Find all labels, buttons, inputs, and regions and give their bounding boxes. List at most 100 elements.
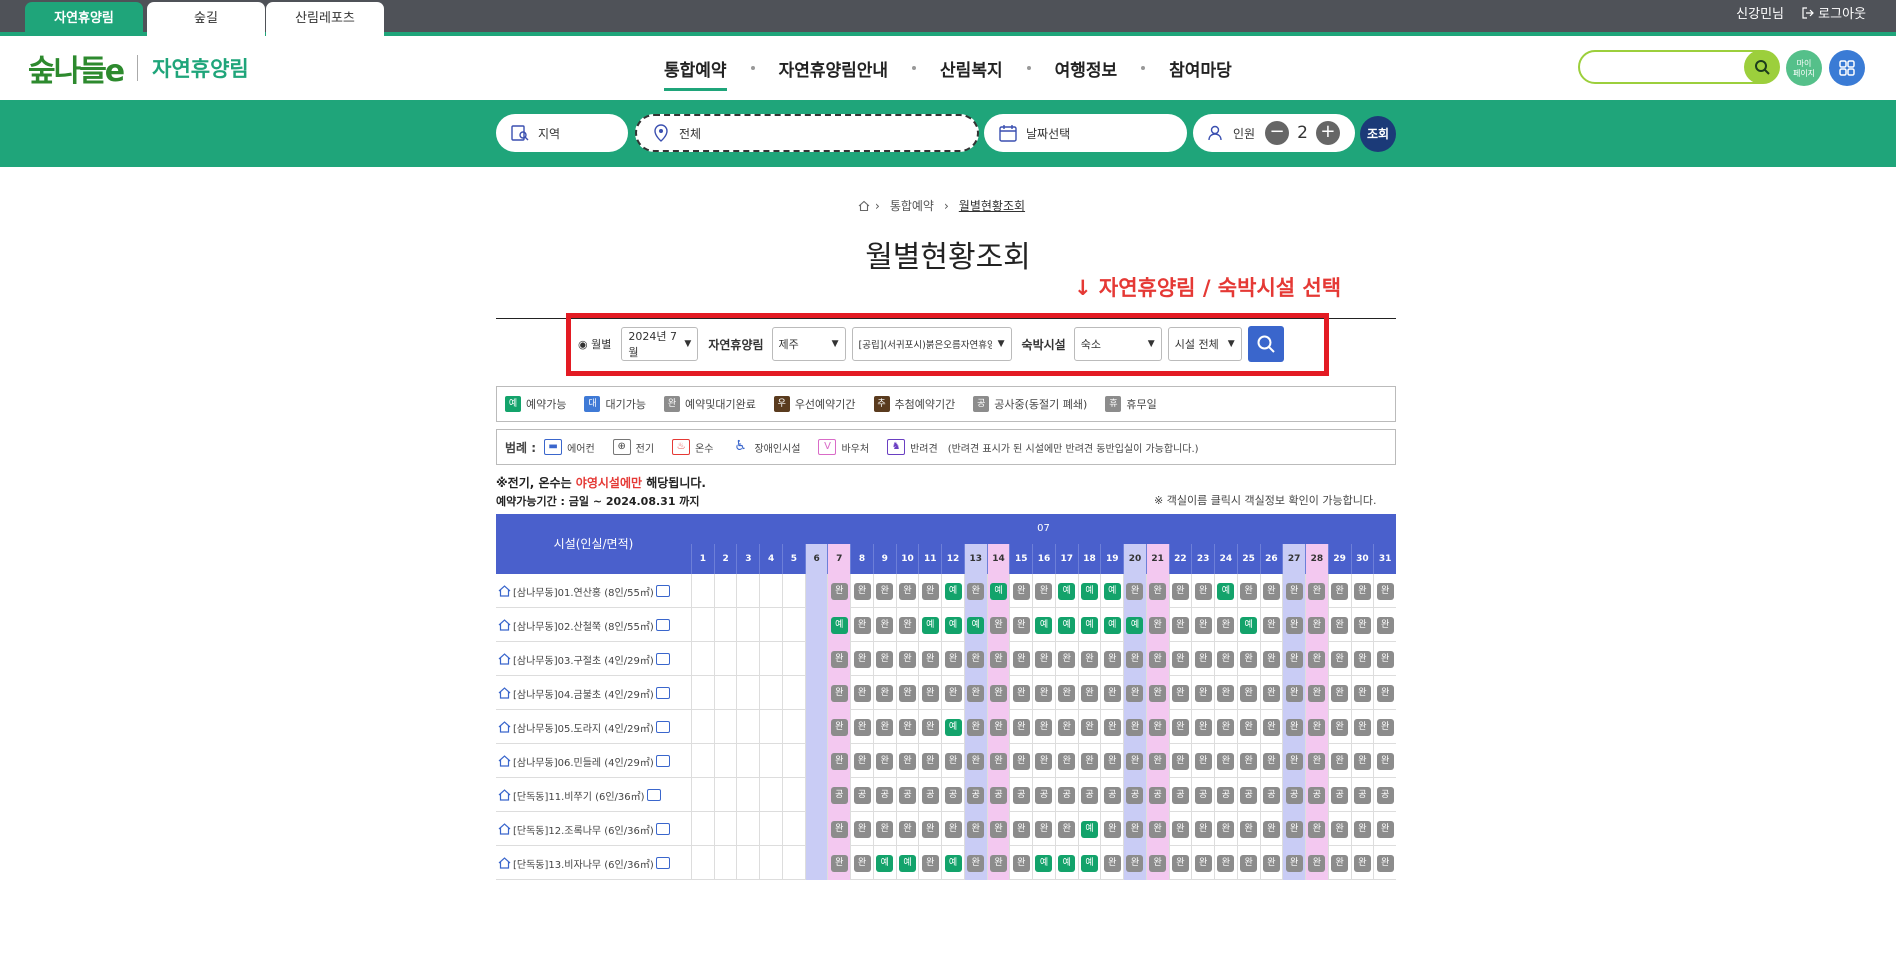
status-badge[interactable]: 완 [1171,752,1189,770]
status-badge[interactable]: 완 [1171,684,1189,702]
calendar-cell[interactable]: 완 [941,744,964,778]
calendar-cell[interactable]: 완 [1259,676,1283,710]
calendar-cell[interactable]: 완 [1327,642,1351,676]
calendar-cell[interactable]: 완 [1259,812,1283,846]
status-badge[interactable]: 완 [1353,684,1371,702]
status-badge[interactable]: 완 [1171,718,1189,736]
calendar-cell[interactable]: 완 [1214,846,1237,880]
status-badge[interactable]: 완 [1171,650,1189,668]
status-badge[interactable]: 완 [1285,718,1303,736]
calendar-cell[interactable]: 완 [1214,710,1237,744]
status-badge[interactable]: 공 [853,786,871,804]
status-badge[interactable]: 공 [1240,786,1258,804]
status-badge[interactable]: 공 [1308,786,1326,804]
forest-select[interactable]: [공립](서귀포시)붉은오름자연휴양림 ▼ [851,327,1012,361]
calendar-cell[interactable]: 완 [1123,676,1146,710]
calendar-cell[interactable]: 완 [918,642,941,676]
calendar-cell[interactable]: 완 [1009,812,1032,846]
status-badge[interactable]: 완 [1035,650,1053,668]
status-badge[interactable]: 예 [967,616,985,634]
status-badge[interactable]: 예 [1035,616,1053,634]
calendar-cell[interactable]: 공 [1054,778,1078,812]
calendar-cell[interactable]: 공 [963,778,987,812]
calendar-cell[interactable]: 완 [1282,744,1306,778]
room-name-label[interactable]: [삼나무동]05.도라지 (4인/29㎡) [513,720,654,735]
status-badge[interactable]: 완 [876,820,894,838]
calendar-cell[interactable]: 예 [1054,574,1078,608]
status-badge[interactable]: 완 [1262,684,1280,702]
calendar-cell[interactable]: 완 [872,642,896,676]
status-badge[interactable]: 완 [921,752,939,770]
status-badge[interactable]: 예 [1103,582,1121,600]
calendar-cell[interactable]: 완 [1327,710,1351,744]
calendar-cell[interactable]: 완 [941,642,964,676]
room-name-label[interactable]: [삼나무동]03.구절초 (4인/29㎡) [513,652,654,667]
status-badge[interactable]: 완 [899,684,917,702]
calendar-cell[interactable]: 완 [1305,676,1328,710]
calendar-cell[interactable]: 완 [1236,846,1260,880]
calendar-cell[interactable]: 완 [1100,744,1123,778]
calendar-cell[interactable]: 완 [1123,710,1146,744]
calendar-cell[interactable]: 완 [1032,642,1055,676]
room-select[interactable]: 시설 전체 ▼ [1167,327,1242,361]
calendar-cell[interactable]: 완 [1259,608,1283,642]
status-badge[interactable]: 완 [1058,650,1076,668]
calendar-cell[interactable]: 예 [1054,846,1078,880]
calendar-cell[interactable]: 공 [918,778,941,812]
calendar-cell[interactable]: 완 [1191,710,1214,744]
region-selector[interactable]: 지역 [496,114,628,152]
status-badge[interactable]: 완 [1240,582,1258,600]
calendar-cell[interactable]: 완 [1327,608,1351,642]
status-badge[interactable]: 완 [1376,684,1394,702]
status-badge[interactable]: 공 [1331,786,1349,804]
calendar-cell[interactable]: 예 [1077,574,1101,608]
calendar-cell[interactable]: 완 [895,676,919,710]
calendar-cell[interactable]: 완 [1054,710,1078,744]
status-badge[interactable]: 완 [1058,820,1076,838]
calendar-cell[interactable]: 완 [918,812,941,846]
status-badge[interactable]: 완 [990,684,1007,702]
calendar-cell[interactable]: 공 [827,778,851,812]
breadcrumb-current[interactable]: 월별현황조회 [959,197,1025,214]
status-badge[interactable]: 완 [944,650,962,668]
status-badge[interactable]: 완 [1103,650,1121,668]
calendar-cell[interactable]: 예 [1123,608,1146,642]
status-badge[interactable]: 완 [1012,820,1030,838]
status-badge[interactable]: 완 [1080,718,1098,736]
calendar-cell[interactable]: 완 [872,574,896,608]
status-badge[interactable]: 완 [1149,854,1167,872]
calendar-cell[interactable]: 완 [941,676,964,710]
calendar-cell[interactable]: 공 [941,778,964,812]
status-badge[interactable]: 완 [1035,582,1053,600]
calendar-cell[interactable]: 완 [1191,812,1214,846]
calendar-cell[interactable]: 완 [1214,608,1237,642]
calendar-cell[interactable]: 완 [1305,744,1328,778]
status-badge[interactable]: 완 [830,854,848,872]
status-badge[interactable]: 공 [967,786,985,804]
status-badge[interactable]: 완 [1012,650,1030,668]
status-badge[interactable]: 완 [921,650,939,668]
status-badge[interactable]: 완 [967,650,985,668]
room-name-label[interactable]: [삼나무동]06.민들레 (4인/29㎡) [513,754,654,769]
status-badge[interactable]: 공 [944,786,962,804]
status-badge[interactable]: 완 [1103,684,1121,702]
calendar-cell[interactable]: 완 [1100,812,1123,846]
calendar-cell[interactable]: 공 [1191,778,1214,812]
calendar-cell[interactable]: 완 [986,608,1010,642]
calendar-cell[interactable]: 완 [1327,676,1351,710]
calendar-cell[interactable]: 완 [1282,642,1306,676]
status-badge[interactable]: 완 [899,820,917,838]
calendar-cell[interactable]: 완 [1009,676,1032,710]
status-badge[interactable]: 완 [1262,854,1280,872]
status-badge[interactable]: 완 [1308,684,1326,702]
calendar-cell[interactable]: 공 [1168,778,1192,812]
calendar-cell[interactable]: 완 [1259,642,1283,676]
calendar-cell[interactable]: 완 [941,812,964,846]
calendar-cell[interactable]: 완 [895,574,919,608]
calendar-cell[interactable]: 완 [1168,574,1192,608]
status-badge[interactable]: 완 [830,820,848,838]
calendar-cell[interactable]: 완 [827,574,851,608]
status-badge[interactable]: 완 [1376,854,1394,872]
calendar-cell[interactable]: 완 [1327,744,1351,778]
calendar-cell[interactable]: 완 [1168,642,1192,676]
